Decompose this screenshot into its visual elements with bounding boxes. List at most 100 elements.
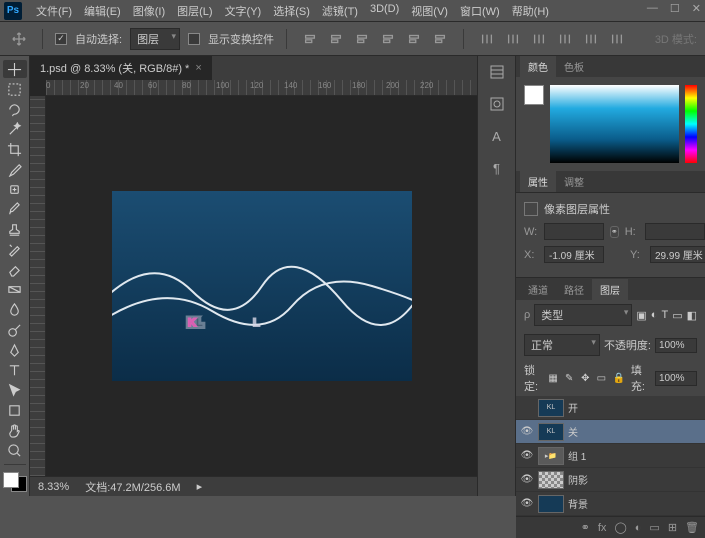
layer-name[interactable]: 开 [568,400,701,415]
new-group-icon[interactable]: ▭ [649,521,659,534]
x-input[interactable] [544,246,604,263]
show-transform-checkbox[interactable] [188,33,200,45]
document-tab[interactable]: 1.psd @ 8.33% (关, RGB/8#) * × [30,55,212,80]
path-select-tool[interactable] [3,381,27,399]
layer-thumbnail[interactable]: KL [538,423,564,441]
menu-F[interactable]: 文件(F) [30,1,78,21]
layer-fx-icon[interactable]: fx [598,522,607,534]
shape-tool[interactable] [3,401,27,419]
tab-layers[interactable]: 图层 [592,279,628,300]
move-tool[interactable] [3,60,27,78]
dist-left-icon[interactable] [476,28,498,50]
tab-channels[interactable]: 通道 [520,279,556,300]
tab-properties[interactable]: 属性 [520,171,556,192]
align-top-icon[interactable] [377,28,399,50]
layer-thumbnail[interactable]: ▸📁 [538,447,564,465]
color-field[interactable] [550,85,679,163]
eraser-tool[interactable] [3,261,27,279]
tab-close-icon[interactable]: × [195,62,201,74]
wand-tool[interactable] [3,120,27,138]
new-layer-icon[interactable]: ⊞ [668,521,677,534]
tab-color[interactable]: 颜色 [520,56,556,77]
menu-E[interactable]: 编辑(E) [78,1,127,21]
dist-center-h-icon[interactable] [502,28,524,50]
width-input[interactable] [544,223,604,240]
layer-name[interactable]: 背景 [568,496,701,511]
adjustment-layer-icon[interactable]: ◐ [635,522,642,534]
paragraph-panel-icon[interactable]: A [485,126,509,146]
visibility-icon[interactable]: 👁 [520,426,534,437]
menu-S[interactable]: 选择(S) [267,1,316,21]
blur-tool[interactable] [3,301,27,319]
pen-tool[interactable] [3,341,27,359]
menu-V[interactable]: 视图(V) [405,1,454,21]
layer-name[interactable]: 关 [568,424,701,439]
layer-kind-dropdown[interactable]: 类型 [534,304,632,326]
visibility-icon[interactable]: 👁 [520,474,534,485]
layer-row[interactable]: 👁背景 [516,492,705,516]
align-center-h-icon[interactable] [325,28,347,50]
status-arrow-icon[interactable]: ▸ [197,480,203,493]
filter-type-icon[interactable]: T [661,309,668,321]
dist-bottom-icon[interactable] [606,28,628,50]
link-layers-icon[interactable]: ⚭ [581,521,590,534]
opacity-input[interactable] [655,338,697,353]
y-input[interactable] [650,246,705,263]
dist-right-icon[interactable] [528,28,550,50]
align-left-icon[interactable] [299,28,321,50]
crop-tool[interactable] [3,140,27,158]
gradient-tool[interactable] [3,281,27,299]
layer-thumbnail[interactable] [538,495,564,513]
history-panel-icon[interactable] [485,62,509,82]
canvas[interactable]: KL KL K L [112,191,412,381]
type-tool[interactable] [3,361,27,379]
align-bottom-icon[interactable] [429,28,451,50]
layer-name[interactable]: 阴影 [568,472,701,487]
lasso-tool[interactable] [3,100,27,118]
filter-smart-icon[interactable]: ◧ [687,309,697,322]
layer-row[interactable]: 👁 阴影 [516,468,705,492]
filter-shape-icon[interactable]: ▭ [672,309,682,322]
tab-swatches[interactable]: 色板 [556,56,592,77]
foreground-color[interactable] [3,472,19,488]
lock-all-icon[interactable]: 🔒 [612,371,624,385]
align-right-icon[interactable] [351,28,373,50]
layer-thumbnail[interactable] [538,471,564,489]
eyedropper-tool[interactable] [3,160,27,178]
maximize-icon[interactable]: ☐ [670,2,680,15]
fg-color-box[interactable] [524,85,544,105]
layer-row[interactable]: 👁 ▸📁 组 1 [516,444,705,468]
dodge-tool[interactable] [3,321,27,339]
layer-name[interactable]: 组 1 [568,448,701,463]
dist-top-icon[interactable] [554,28,576,50]
auto-select-dropdown[interactable]: 图层 [130,28,180,50]
lock-transparency-icon[interactable]: ▦ [548,371,558,385]
dist-center-v-icon[interactable] [580,28,602,50]
menu-H[interactable]: 帮助(H) [506,1,555,21]
delete-layer-icon[interactable]: 🗑 [685,521,699,534]
zoom-level[interactable]: 8.33% [38,481,69,493]
tab-paths[interactable]: 路径 [556,279,592,300]
history-brush-tool[interactable] [3,241,27,259]
menu-I[interactable]: 图像(I) [127,1,171,21]
auto-select-checkbox[interactable] [55,33,67,45]
link-wh-icon[interactable]: ⚭ [610,226,619,238]
lock-position-icon[interactable]: ✥ [580,371,590,385]
color-swatches[interactable] [3,472,27,492]
blend-mode-dropdown[interactable]: 正常 [524,334,600,356]
visibility-icon[interactable]: 👁 [520,450,534,461]
filter-adjust-icon[interactable]: ◐ [651,309,658,321]
hue-slider[interactable] [685,85,697,163]
hand-tool[interactable] [3,421,27,439]
close-icon[interactable]: ✕ [692,2,701,15]
align-center-v-icon[interactable] [403,28,425,50]
layer-row[interactable]: KL 开 [516,396,705,420]
move-tool-icon[interactable] [8,28,30,50]
menu-L[interactable]: 图层(L) [171,1,218,21]
filter-pixel-icon[interactable]: ▣ [636,309,646,322]
menu-W[interactable]: 窗口(W) [454,1,506,21]
height-input[interactable] [645,223,705,240]
menu-Y[interactable]: 文字(Y) [219,1,268,21]
stamp-tool[interactable] [3,221,27,239]
layer-thumbnail[interactable]: KL [538,399,564,417]
